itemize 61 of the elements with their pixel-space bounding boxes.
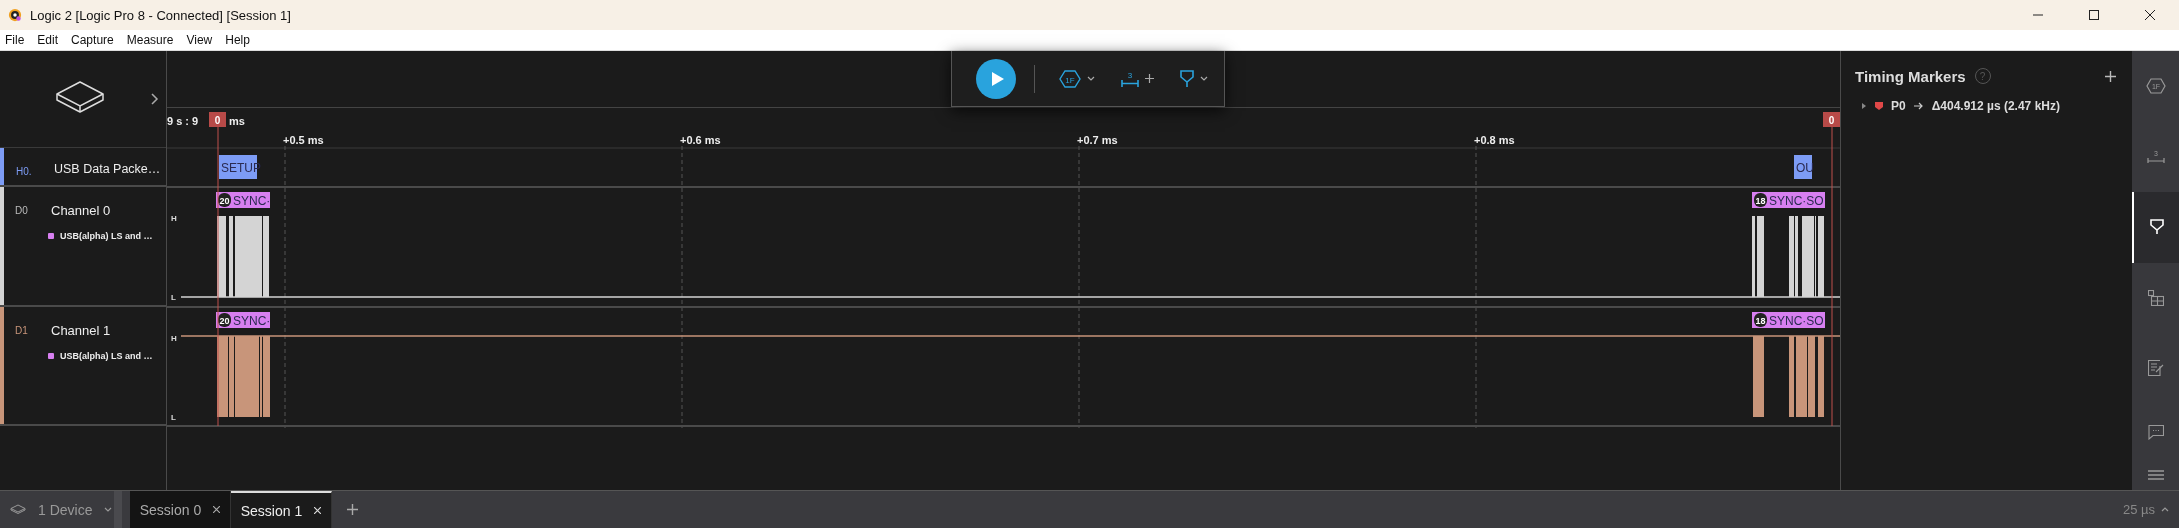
high-level-label: H — [171, 334, 177, 343]
arrow-right-icon — [1913, 102, 1924, 110]
channel-id: D0 — [15, 205, 29, 216]
timing-marker-flag[interactable]: 0 — [209, 112, 226, 127]
chevron-right-icon[interactable] — [151, 93, 159, 105]
menu-item[interactable]: Help — [225, 33, 250, 47]
ruler-unit-label: ms — [229, 115, 245, 127]
window-title: Logic 2 [Logic Pro 8 - Connected] [Session 1] — [30, 7, 291, 23]
close-icon[interactable] — [213, 506, 221, 513]
caret-down-icon — [104, 507, 113, 512]
device-selector[interactable]: 1 Device — [0, 491, 122, 528]
notes-icon — [2147, 360, 2164, 377]
start-capture-button[interactable] — [976, 58, 1016, 99]
analyzer-name[interactable]: USB(alpha) LS and … — [60, 351, 153, 361]
caret-down-icon — [1087, 76, 1095, 81]
menu-item[interactable]: Measure — [126, 33, 174, 47]
marker-icon — [1180, 69, 1194, 88]
time-tick-label: +0.5 ms — [283, 134, 324, 146]
channel-id: D1 — [15, 325, 29, 336]
menu-item[interactable]: View — [186, 33, 213, 47]
channel-name[interactable]: USB Data Packe… — [54, 161, 161, 176]
time-tick-label: +0.7 ms — [1077, 134, 1118, 146]
marker-row[interactable]: P0 Δ404.912 µs (2.47 kHz) — [1841, 96, 2132, 116]
menu-item[interactable]: File — [5, 33, 25, 47]
session-tab[interactable]: Session 1 — [231, 491, 332, 528]
time-tick-label: +0.8 ms — [1474, 134, 1515, 146]
time-tick-label: +0.6 ms — [680, 134, 721, 146]
menu-item[interactable]: Capture — [71, 33, 114, 47]
caret-down-icon — [1200, 76, 1208, 81]
chat-icon — [2147, 424, 2164, 440]
channel-name[interactable]: Channel 0 — [51, 203, 111, 218]
menu-item[interactable]: Edit — [37, 33, 59, 47]
analyzer-name[interactable]: USB(alpha) LS and … — [60, 231, 153, 241]
play-icon — [991, 70, 1005, 87]
high-level-label: H — [171, 214, 177, 223]
device-icon — [10, 504, 26, 515]
sidebar-tab[interactable] — [2132, 192, 2179, 263]
maximize-icon[interactable] — [2089, 10, 2099, 20]
low-level-label: L — [171, 293, 176, 302]
menu-icon — [2147, 470, 2164, 481]
marker-name: P0 — [1891, 99, 1906, 113]
low-level-label: L — [171, 413, 176, 422]
hexagon-icon: 1F — [1059, 69, 1081, 88]
analyzers-button[interactable]: 1F — [1053, 65, 1101, 92]
plus-icon — [1145, 74, 1154, 83]
ruler-origin-label: 9 s : 9 — [167, 115, 199, 127]
extensions-icon — [2147, 289, 2164, 306]
marker-delta: Δ404.912 µs (2.47 kHz) — [1931, 99, 2060, 113]
measurements-button[interactable]: 3 — [1115, 65, 1160, 92]
app-logo-icon — [8, 8, 22, 22]
caret-up-icon — [2161, 507, 2169, 512]
session-tab[interactable]: Session 0 — [130, 491, 231, 528]
close-icon[interactable] — [2145, 10, 2155, 20]
channel-name[interactable]: Channel 1 — [51, 323, 111, 338]
timing-marker-flag[interactable]: 0 — [1823, 112, 1840, 127]
expand-caret-icon[interactable] — [1861, 103, 1867, 109]
panel-title: Timing Markers — [1855, 67, 1966, 85]
add-marker-icon[interactable] — [2105, 70, 2116, 82]
channel-id: H0. — [16, 166, 33, 177]
new-tab-icon[interactable] — [347, 504, 358, 515]
marker-icon — [2149, 219, 2164, 236]
